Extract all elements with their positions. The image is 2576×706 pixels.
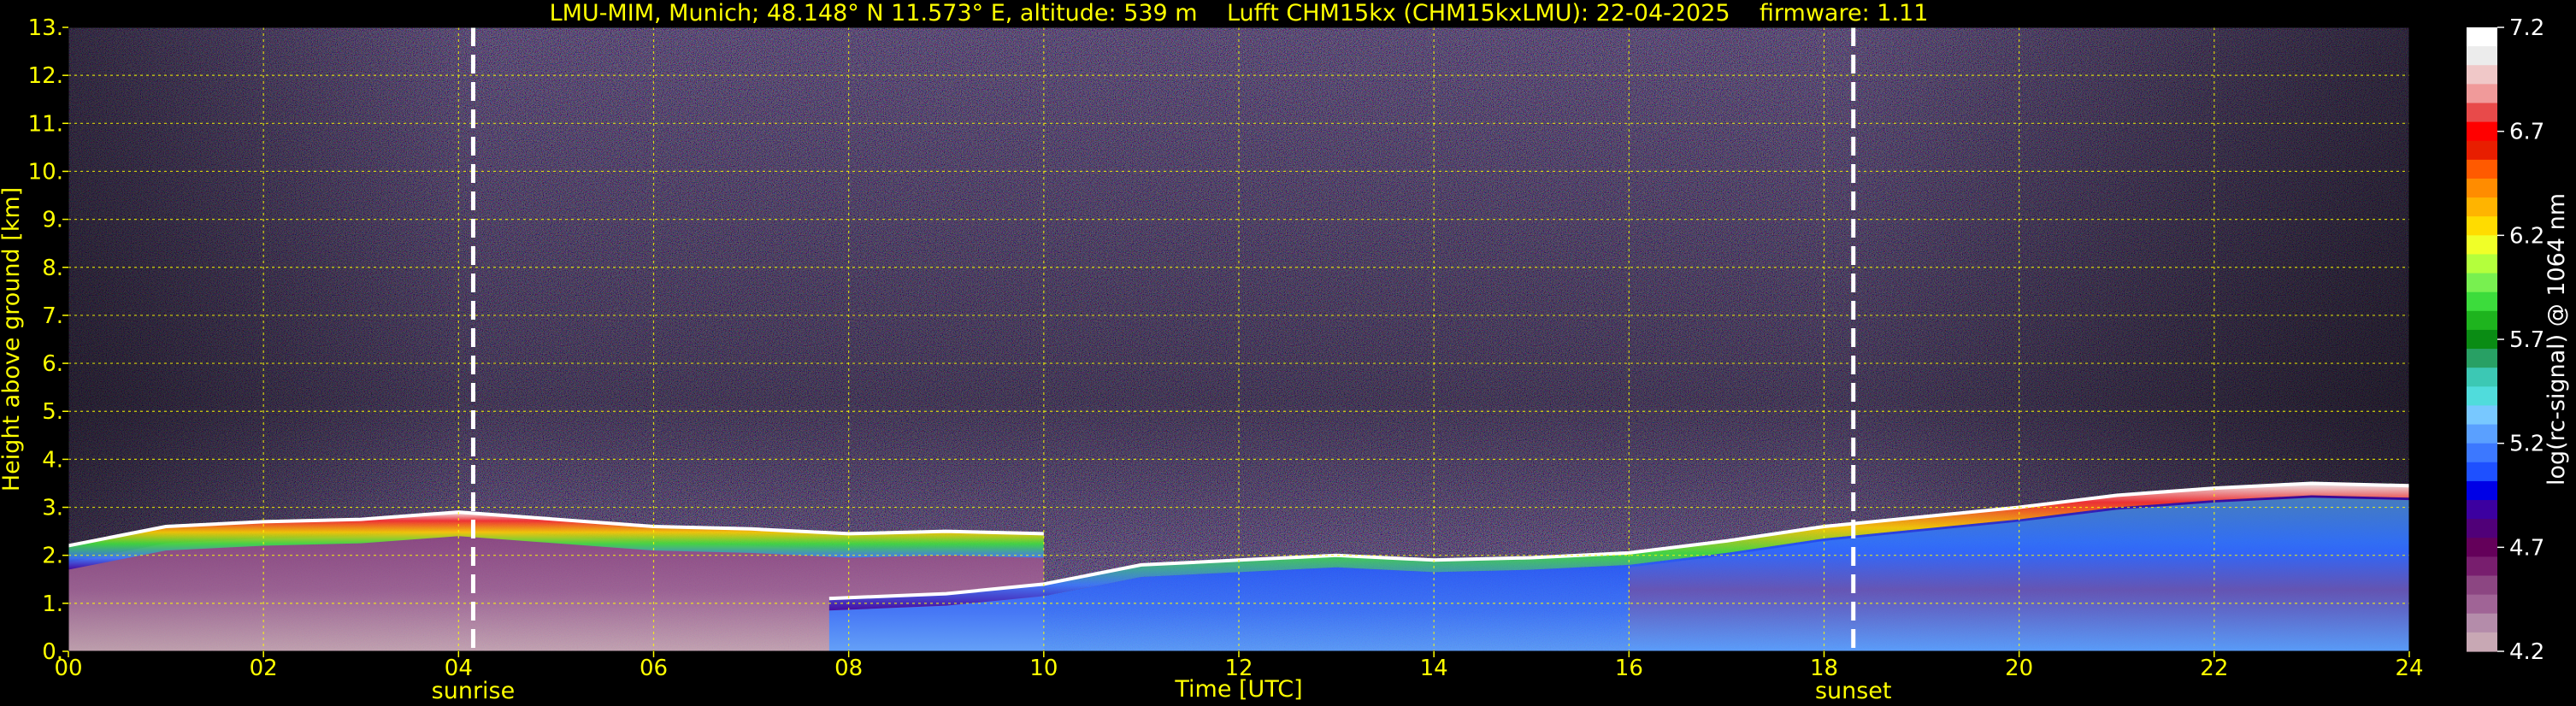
colorbar-swatch	[2467, 349, 2497, 368]
colorbar-swatch	[2467, 65, 2497, 85]
colorbar-swatch	[2467, 121, 2497, 142]
colorbar-tick-label: 4.7	[2509, 535, 2544, 561]
colorbar-tick-label: 5.7	[2509, 327, 2544, 353]
colorbar-swatch	[2467, 613, 2497, 633]
x-tick-label: 08	[834, 656, 863, 681]
sunset-label: sunset	[1815, 678, 1892, 704]
colorbar-swatch	[2467, 556, 2497, 577]
y-tick-label: 11.	[28, 111, 63, 137]
y-tick-label: 4.	[42, 447, 63, 473]
x-tick-label: 02	[250, 656, 278, 681]
colorbar-swatch	[2467, 519, 2497, 538]
x-tick-label: 24	[2395, 656, 2423, 681]
x-tick-label: 10	[1029, 656, 1058, 681]
colorbar-swatch	[2467, 329, 2497, 350]
y-axis-label: Height above ground [km]	[0, 187, 25, 491]
colorbar-swatch	[2467, 310, 2497, 331]
colorbar-swatch	[2467, 273, 2497, 293]
colorbar-swatch	[2467, 159, 2497, 179]
colorbar-swatch	[2467, 84, 2497, 104]
y-tick-label: 8.	[42, 256, 63, 281]
colorbar: 7.2 6.7 6.2 5.7 5.2 4.7 4.2	[2467, 15, 2544, 665]
y-tick-label: 9.	[42, 208, 63, 233]
colorbar-swatch	[2467, 443, 2497, 463]
colorbar-swatch	[2467, 291, 2497, 312]
y-tick-label: 2.	[42, 544, 63, 569]
y-tick-label: 10.	[28, 159, 63, 185]
colorbar-swatch	[2467, 216, 2497, 236]
colorbar-swatch	[2467, 27, 2497, 47]
x-tick-label: 16	[1615, 656, 1643, 681]
colorbar-tick-label: 6.7	[2509, 120, 2544, 145]
x-tick-label: 14	[1420, 656, 1448, 681]
colorbar-tick-label: 7.2	[2509, 15, 2544, 41]
y-tick-label: 7.	[42, 303, 63, 329]
colorbar-swatch	[2467, 480, 2497, 501]
sunrise-label: sunrise	[432, 678, 516, 704]
colorbar-swatch	[2467, 632, 2497, 652]
colorbar-tick-label: 6.2	[2509, 223, 2544, 249]
x-tick-label: 20	[2005, 656, 2033, 681]
colorbar-tick-label: 5.2	[2509, 432, 2544, 457]
x-tick-label: 06	[640, 656, 668, 681]
colorbar-swatch	[2467, 254, 2497, 274]
colorbar-swatch	[2467, 500, 2497, 520]
ceilometer-chart: 00 02 04 06 08 10 12 14 16 18 20 22 24 0.1.2.3.4.5.6…	[0, 0, 2570, 704]
x-tick-label: 22	[2200, 656, 2228, 681]
colorbar-swatch	[2467, 538, 2497, 557]
colorbar-swatch	[2467, 424, 2497, 444]
colorbar-swatch	[2467, 405, 2497, 426]
y-tick-label: 3.	[42, 496, 63, 521]
colorbar-swatch	[2467, 235, 2497, 256]
colorbar-label: log(rc-signal) @ 1064 nm	[2544, 193, 2570, 485]
y-tick-label: 0.	[42, 639, 63, 665]
colorbar-swatch	[2467, 594, 2497, 615]
y-tick-label: 5.	[42, 399, 63, 425]
colorbar-swatch	[2467, 103, 2497, 123]
y-tick-label: 6.	[42, 351, 63, 377]
colorbar-swatch	[2467, 575, 2497, 596]
colorbar-swatch	[2467, 462, 2497, 482]
colorbar-swatch	[2467, 140, 2497, 161]
colorbar-swatch	[2467, 178, 2497, 198]
colorbar-tick-label: 4.2	[2509, 639, 2544, 665]
chart-title: LMU-MIM, Munich; 48.148° N 11.573° E, al…	[550, 0, 1929, 26]
colorbar-swatch	[2467, 368, 2497, 387]
y-tick-label: 12.	[28, 63, 63, 89]
colorbar-swatch	[2467, 46, 2497, 66]
y-tick-label: 13.	[28, 15, 63, 41]
plot-area	[68, 27, 2409, 651]
x-axis-label: Time [UTC]	[1174, 676, 1302, 703]
y-tick-label: 1.	[42, 591, 63, 617]
colorbar-swatch	[2467, 197, 2497, 217]
colorbar-swatch	[2467, 386, 2497, 407]
